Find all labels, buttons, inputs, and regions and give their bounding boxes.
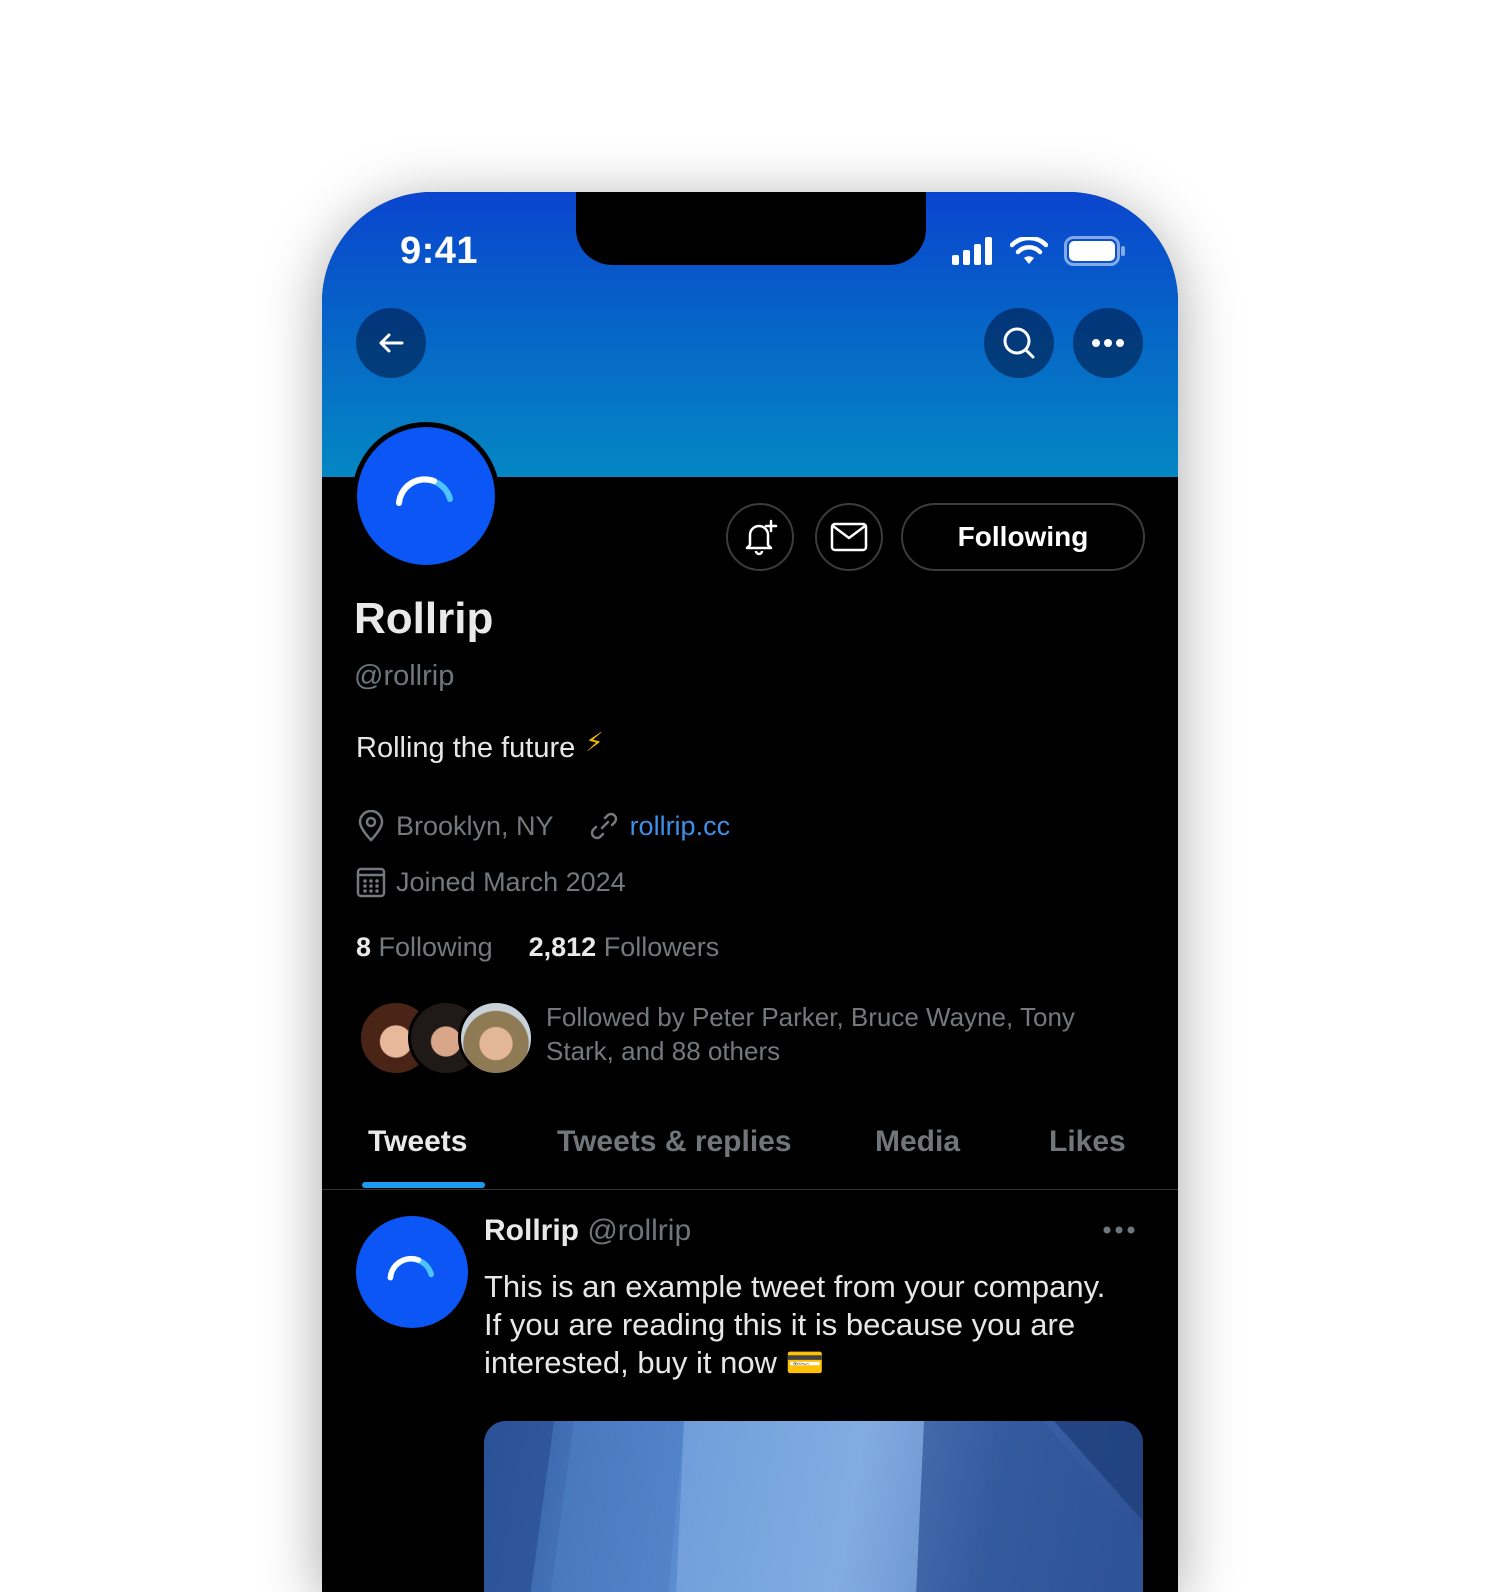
tweet-more-button[interactable] — [1102, 1222, 1136, 1240]
lightning-icon: ⚡ — [585, 727, 604, 757]
profile-tabs: Tweets Tweets & replies Media Likes — [322, 1107, 1178, 1190]
mail-icon — [830, 522, 868, 552]
back-button[interactable] — [356, 308, 426, 378]
status-icons — [952, 236, 1126, 266]
tab-tweets[interactable]: Tweets — [368, 1125, 467, 1159]
tab-tweets-replies[interactable]: Tweets & replies — [557, 1125, 792, 1159]
joined-text: Joined March 2024 — [396, 866, 626, 897]
location-pin-icon — [358, 810, 384, 842]
tweet-handle: @rollrip — [587, 1214, 692, 1247]
joined-row: Joined March 2024 — [356, 866, 626, 898]
active-tab-indicator — [362, 1182, 485, 1188]
rollrip-logo-icon — [387, 1255, 434, 1281]
building-photo — [484, 1421, 1143, 1592]
followers-count-link[interactable]: 2,812 Followers — [529, 932, 720, 963]
more-horizontal-icon — [1103, 1226, 1135, 1234]
tweet-avatar[interactable] — [356, 1216, 468, 1328]
tweet-header: Rollrip @rollrip — [484, 1214, 691, 1248]
search-icon — [1003, 327, 1035, 359]
notify-button[interactable] — [726, 503, 794, 571]
follower-avatar — [458, 1000, 534, 1076]
tweet-text: This is an example tweet from your compa… — [484, 1269, 1106, 1380]
tweet-media-image[interactable] — [484, 1421, 1143, 1592]
profile-bio: Rolling the future ⚡ — [356, 727, 604, 765]
bell-plus-icon — [745, 519, 778, 556]
message-button[interactable] — [815, 503, 883, 571]
search-button[interactable] — [984, 308, 1054, 378]
profile-handle: @rollrip — [354, 660, 455, 692]
mutual-followers-avatars[interactable] — [358, 1000, 534, 1076]
bio-text: Rolling the future — [356, 732, 576, 764]
phone-frame: 9:41 Following Rollrip @rollrip Rolling … — [322, 192, 1178, 1592]
following-button[interactable]: Following — [901, 503, 1145, 571]
link-icon — [590, 812, 617, 840]
tweet-author[interactable]: Rollrip — [484, 1214, 579, 1247]
device-notch — [576, 192, 926, 265]
following-count-link[interactable]: 8 Following — [356, 932, 493, 963]
location-text: Brooklyn, NY — [396, 810, 554, 841]
wifi-icon — [1010, 237, 1048, 264]
location-row: Brooklyn, NY rollrip.cc — [356, 810, 730, 842]
avatar-image — [357, 427, 495, 565]
followers-label: Followers — [603, 932, 720, 962]
more-button[interactable] — [1073, 308, 1143, 378]
following-count: 8 — [356, 932, 372, 962]
cellular-signal-icon — [952, 237, 992, 265]
arrow-left-icon — [379, 333, 404, 353]
tab-media[interactable]: Media — [875, 1125, 960, 1159]
website-link[interactable]: rollrip.cc — [630, 811, 731, 842]
followed-by-text: Followed by Peter Parker, Bruce Wayne, T… — [546, 1002, 1075, 1066]
status-time: 9:41 — [400, 230, 479, 272]
calendar-icon — [356, 867, 386, 898]
display-name: Rollrip — [354, 594, 494, 643]
tab-likes[interactable]: Likes — [1049, 1125, 1126, 1159]
follow-counts: 8 Following 2,812 Followers — [356, 932, 719, 963]
battery-icon — [1064, 236, 1125, 266]
profile-avatar[interactable] — [352, 422, 500, 570]
rollrip-logo-icon — [396, 476, 453, 506]
followers-count: 2,812 — [528, 932, 597, 962]
more-horizontal-icon — [1092, 339, 1124, 347]
following-label: Following — [378, 932, 493, 962]
